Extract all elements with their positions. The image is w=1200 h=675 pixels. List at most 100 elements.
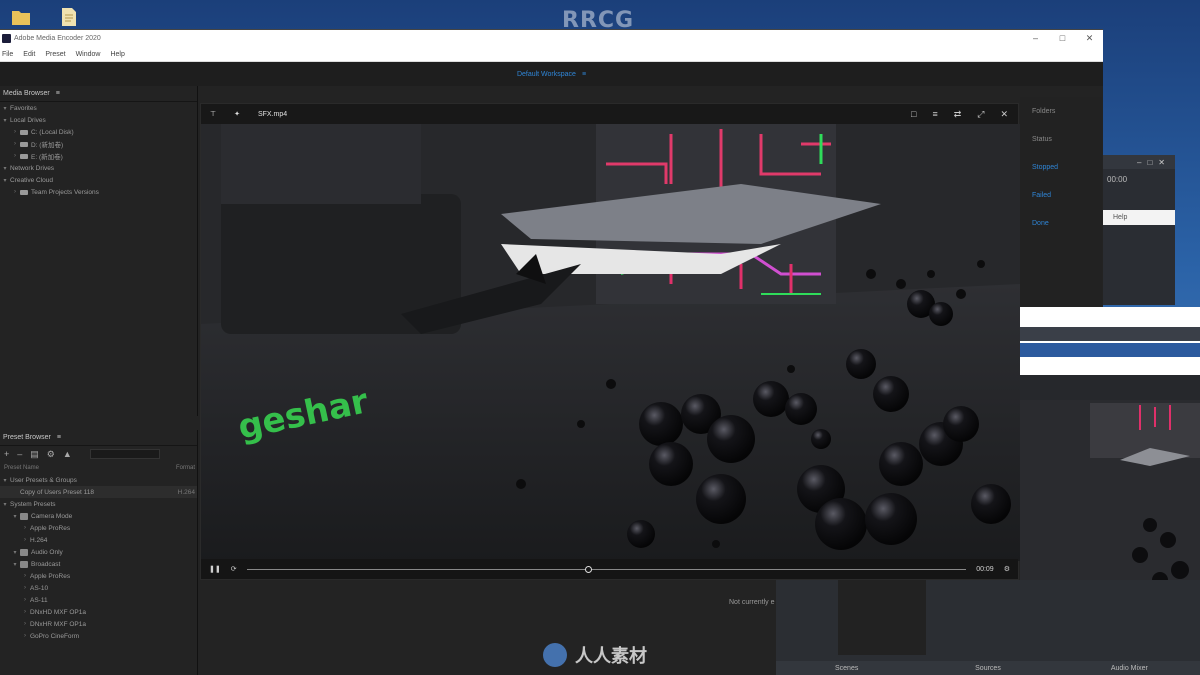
panel-menu-icon[interactable]: ≡	[56, 90, 60, 97]
video-scrubber[interactable]	[246, 565, 967, 573]
pause-icon[interactable]: ❚❚	[209, 565, 221, 573]
chevron-down-icon[interactable]: ▾	[0, 165, 10, 172]
chevron-right-icon[interactable]: ›	[20, 633, 30, 639]
media-browser-item[interactable]: ▾ Creative Cloud	[0, 174, 197, 186]
obs-bar-blue	[1020, 343, 1200, 357]
media-browser-item[interactable]: ▾ Network Drives	[0, 162, 197, 174]
close-icon[interactable]: ✕	[1158, 158, 1165, 167]
preset-row[interactable]: › Apple ProRes	[0, 570, 197, 582]
preset-row[interactable]: › AS-11	[0, 594, 197, 606]
chevron-right-icon[interactable]: ›	[10, 129, 20, 135]
preset-name-column[interactable]: Preset Name	[4, 465, 39, 471]
menu-file[interactable]: File	[2, 51, 13, 58]
close-icon[interactable]: ✕	[1076, 33, 1103, 44]
title-bar: Adobe Media Encoder 2020 – □ ✕	[0, 30, 1103, 47]
chevron-right-icon[interactable]: ›	[20, 573, 30, 579]
close-icon[interactable]: ✕	[1000, 109, 1008, 120]
media-browser-item[interactable]: ▾ Favorites	[0, 102, 197, 114]
menu-window[interactable]: Window	[76, 51, 101, 58]
chevron-right-icon[interactable]: ›	[20, 597, 30, 603]
preset-row[interactable]: ▾ Camera Mode	[0, 510, 197, 522]
obs-mini-window: – □ ✕ 00:00 Help	[1103, 155, 1175, 305]
drive-icon	[20, 129, 28, 135]
chevron-right-icon[interactable]: ›	[20, 585, 30, 591]
remove-icon[interactable]: –	[17, 449, 22, 459]
import-icon[interactable]: ▲	[63, 449, 72, 459]
share-icon[interactable]: ⇄	[954, 109, 962, 120]
chevron-down-icon[interactable]: ▾	[10, 513, 20, 520]
preset-row-label: Apple ProRes	[30, 524, 71, 532]
workspace-label[interactable]: Default Workspace	[517, 71, 576, 78]
preset-row[interactable]: › DNxHR MXF OP1a	[0, 618, 197, 630]
preset-row-label: H.264	[30, 536, 48, 544]
chevron-down-icon[interactable]: ▾	[0, 177, 10, 184]
media-browser-item-label: Local Drives	[10, 116, 46, 124]
chevron-down-icon[interactable]: ▾	[10, 561, 20, 568]
chevron-down-icon[interactable]: ▾	[10, 549, 20, 556]
file-icon[interactable]: □	[911, 109, 916, 120]
menu-edit[interactable]: Edit	[23, 51, 35, 58]
scrubber-handle[interactable]	[584, 565, 592, 573]
menu-help[interactable]: Help	[110, 51, 124, 58]
document-icon[interactable]	[58, 6, 80, 28]
minimize-icon[interactable]: –	[1022, 33, 1049, 44]
workspace-bar: Default Workspace ≡	[0, 62, 1103, 86]
window-title: Adobe Media Encoder 2020	[14, 35, 101, 42]
media-browser-item-label: Team Projects Versions	[31, 188, 99, 196]
workspace-menu-icon[interactable]: ≡	[582, 71, 586, 78]
add-icon[interactable]: +	[4, 449, 9, 459]
scenes-dock-label[interactable]: Scenes	[776, 665, 917, 672]
sources-dock-label[interactable]: Sources	[917, 665, 1058, 672]
chevron-right-icon[interactable]: ›	[20, 537, 30, 543]
media-browser-item[interactable]: › E: (新加卷)	[0, 150, 197, 162]
loop-icon[interactable]: ⟳	[231, 565, 237, 573]
chevron-right-icon[interactable]: ›	[20, 621, 30, 627]
chevron-right-icon[interactable]: ›	[10, 153, 20, 159]
preset-row[interactable]: › Apple ProRes	[0, 522, 197, 534]
settings-icon[interactable]: ⚙	[1004, 565, 1010, 573]
chevron-right-icon[interactable]: ›	[20, 525, 30, 531]
preset-row[interactable]: ▾ Broadcast	[0, 558, 197, 570]
preset-row[interactable]: ▾ System Presets	[0, 498, 197, 510]
chevron-down-icon[interactable]: ▾	[0, 105, 10, 112]
preset-row[interactable]: ▾ Audio Only	[0, 546, 197, 558]
chevron-right-icon[interactable]: ›	[20, 609, 30, 615]
pushpin-icon[interactable]: ✦	[234, 110, 240, 118]
chevron-right-icon[interactable]: ›	[10, 189, 20, 195]
format-column[interactable]: Format	[176, 465, 195, 471]
menu-preset[interactable]: Preset	[45, 51, 65, 58]
chevron-right-icon[interactable]: ›	[10, 141, 20, 147]
preset-search-input[interactable]	[89, 449, 160, 459]
obs-source-list	[838, 580, 926, 655]
status-failed: Failed	[1032, 191, 1052, 199]
preset-row[interactable]: › AS-10	[0, 582, 197, 594]
maximize-icon[interactable]: □	[1049, 33, 1076, 44]
media-browser-item[interactable]: › D: (新加卷)	[0, 138, 197, 150]
obs-help-menu[interactable]: Help	[1103, 210, 1175, 225]
panel-menu-icon[interactable]: ≡	[57, 434, 61, 441]
preset-browser-panel: Preset Browser ≡ + – ▤ ⚙ ▲ Preset Name F…	[0, 430, 198, 675]
chevron-down-icon[interactable]: ▾	[0, 501, 10, 508]
settings-icon[interactable]: ⚙	[47, 449, 55, 460]
audio-mixer-dock-label[interactable]: Audio Mixer	[1059, 665, 1200, 672]
media-browser-item[interactable]: › C: (Local Disk)	[0, 126, 197, 138]
preset-row[interactable]: › GoPro CineForm	[0, 630, 197, 642]
maximize-icon[interactable]: □	[1147, 158, 1152, 167]
media-browser-item[interactable]: › Team Projects Versions	[0, 186, 197, 198]
minimize-icon[interactable]: –	[1137, 158, 1141, 167]
group-icon[interactable]: ▤	[30, 449, 39, 460]
media-browser-item[interactable]: ▾ Local Drives	[0, 114, 197, 126]
chevron-down-icon[interactable]: ▾	[0, 117, 10, 124]
folder-icon[interactable]	[10, 6, 32, 28]
preset-toolbar: + – ▤ ⚙ ▲	[0, 446, 197, 462]
preset-row[interactable]: ▾ User Presets & Groups	[0, 474, 197, 486]
preset-row[interactable]: › DNxHD MXF OP1a	[0, 606, 197, 618]
pin-icon[interactable]: ⊤	[210, 110, 216, 118]
playlist-icon[interactable]: ≡	[932, 109, 937, 120]
preset-row[interactable]: Copy of Users Preset 118 H.264	[0, 486, 197, 498]
video-frame[interactable]: geshar	[201, 124, 1020, 561]
preset-row[interactable]: › H.264	[0, 534, 197, 546]
chevron-down-icon[interactable]: ▾	[0, 477, 10, 484]
drive-icon	[20, 189, 28, 195]
fullscreen-icon[interactable]: ⤢	[977, 109, 984, 120]
